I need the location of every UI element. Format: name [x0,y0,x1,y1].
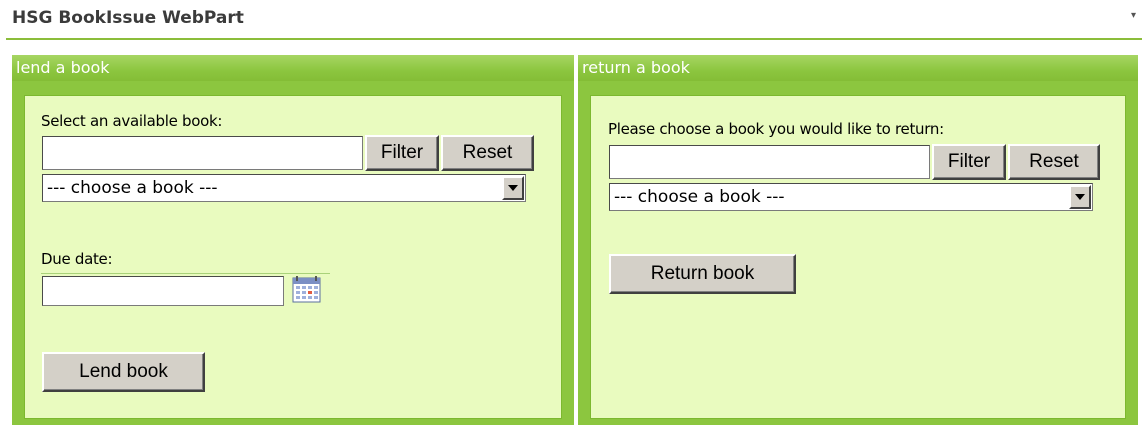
lend-reset-button[interactable]: Reset [441,135,534,171]
lend-filter-button[interactable]: Filter [365,135,439,171]
webpart-header: HSG BookIssue WebPart ▾ [6,0,1142,40]
return-panel-content: Please choose a book you would like to r… [590,95,1126,419]
webpart-menu-icon[interactable]: ▾ [1131,10,1136,21]
lend-select-label: Select an available book: [41,112,223,130]
return-panel-title: return a book [578,55,1138,81]
lend-book-button[interactable]: Lend book [42,352,205,392]
chevron-down-icon[interactable] [502,176,524,200]
lend-panel-body: Select an available book: Filter Reset -… [12,81,574,425]
return-panel-body: Please choose a book you would like to r… [578,81,1138,425]
lend-book-select-value: --- choose a book --- [47,178,218,198]
return-reset-button[interactable]: Reset [1008,144,1100,180]
lend-filter-input[interactable] [42,136,363,170]
chevron-down-icon[interactable] [1069,185,1091,209]
return-panel: return a book Please choose a book you w… [578,55,1138,425]
lend-panel-content: Select an available book: Filter Reset -… [24,95,562,419]
lend-panel: lend a book Select an available book: Fi… [12,55,574,425]
return-book-select[interactable]: --- choose a book --- [609,183,1093,211]
lend-panel-title: lend a book [12,55,574,81]
return-book-button[interactable]: Return book [609,254,796,294]
webpart-title: HSG BookIssue WebPart [12,8,244,28]
return-book-select-value: --- choose a book --- [614,187,785,207]
return-filter-input[interactable] [609,145,930,179]
calendar-icon[interactable] [292,276,322,304]
due-date-divider [41,273,330,274]
return-select-label: Please choose a book you would like to r… [608,120,944,138]
due-date-input[interactable] [42,276,284,306]
return-filter-button[interactable]: Filter [932,144,1006,180]
due-date-label: Due date: [41,250,113,268]
lend-book-select[interactable]: --- choose a book --- [42,174,526,202]
